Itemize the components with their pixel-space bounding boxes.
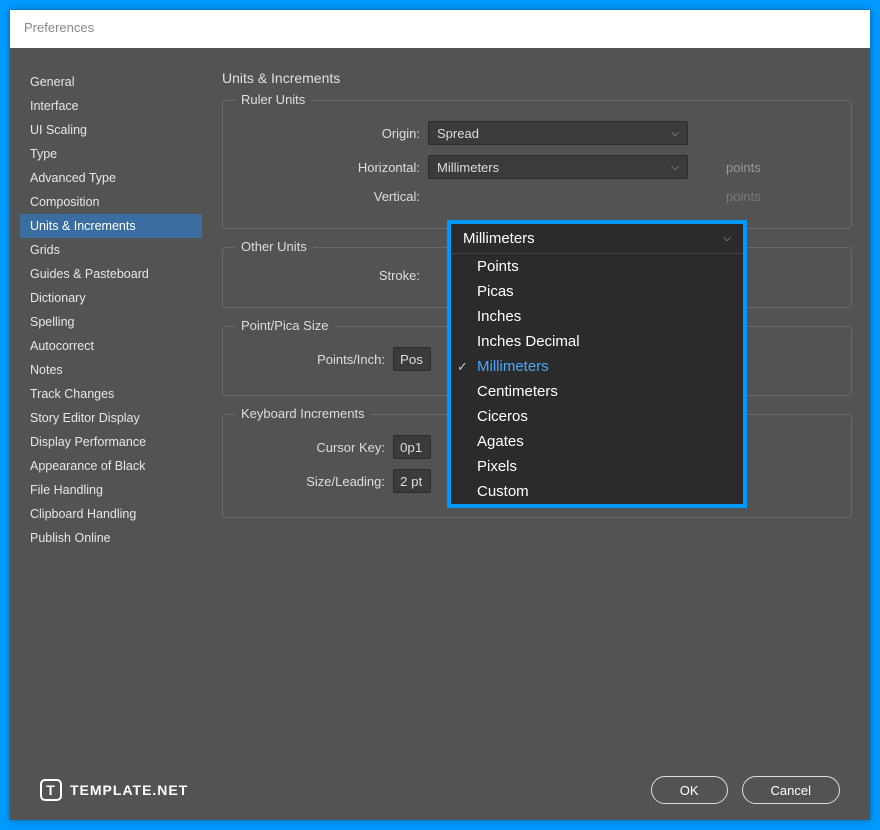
ok-button[interactable]: OK bbox=[651, 776, 728, 804]
sidebar-item-display-performance[interactable]: Display Performance bbox=[20, 430, 202, 454]
sidebar-item-interface[interactable]: Interface bbox=[20, 94, 202, 118]
dropdown-option-millimeters[interactable]: ✓Millimeters bbox=[451, 354, 743, 379]
preferences-dialog: Preferences GeneralInterfaceUI ScalingTy… bbox=[10, 10, 870, 820]
logo-badge-icon: T bbox=[40, 779, 62, 801]
sidebar-item-type[interactable]: Type bbox=[20, 142, 202, 166]
sidebar-item-file-handling[interactable]: File Handling bbox=[20, 478, 202, 502]
sidebar-item-advanced-type[interactable]: Advanced Type bbox=[20, 166, 202, 190]
sidebar-item-grids[interactable]: Grids bbox=[20, 238, 202, 262]
chevron-down-icon: ⌵ bbox=[671, 162, 679, 173]
cursor-key-label: Cursor Key: bbox=[235, 440, 385, 455]
dropdown-option-agates[interactable]: Agates bbox=[451, 429, 743, 454]
sidebar-item-appearance-of-black[interactable]: Appearance of Black bbox=[20, 454, 202, 478]
group-legend: Ruler Units bbox=[235, 92, 311, 107]
size-leading-label: Size/Leading: bbox=[235, 474, 385, 489]
dropdown-header-label: Millimeters bbox=[463, 230, 535, 247]
sidebar-item-spelling[interactable]: Spelling bbox=[20, 310, 202, 334]
group-legend: Other Units bbox=[235, 239, 313, 254]
stroke-label: Stroke: bbox=[235, 268, 420, 283]
cursor-key-field[interactable] bbox=[393, 435, 431, 459]
group-legend: Point/Pica Size bbox=[235, 318, 334, 333]
dropdown-option-ciceros[interactable]: Ciceros bbox=[451, 404, 743, 429]
dropdown-option-custom[interactable]: Custom bbox=[451, 479, 743, 504]
sidebar-item-story-editor-display[interactable]: Story Editor Display bbox=[20, 406, 202, 430]
sidebar-item-composition[interactable]: Composition bbox=[20, 190, 202, 214]
dropdown-option-inches-decimal[interactable]: Inches Decimal bbox=[451, 329, 743, 354]
check-icon: ✓ bbox=[457, 359, 468, 375]
sidebar-item-notes[interactable]: Notes bbox=[20, 358, 202, 382]
group-legend: Keyboard Increments bbox=[235, 406, 371, 421]
dropdown-option-inches[interactable]: Inches bbox=[451, 304, 743, 329]
brand-text: TEMPLATE.NET bbox=[70, 782, 188, 798]
dialog-footer: T TEMPLATE.NET OK Cancel bbox=[10, 760, 870, 820]
dialog-title: Preferences bbox=[10, 10, 870, 48]
sidebar: GeneralInterfaceUI ScalingTypeAdvanced T… bbox=[20, 70, 202, 760]
origin-select[interactable]: Spread ⌵ bbox=[428, 121, 688, 145]
sidebar-item-dictionary[interactable]: Dictionary bbox=[20, 286, 202, 310]
dropdown-header[interactable]: Millimeters ⌵ bbox=[451, 224, 743, 254]
dropdown-option-picas[interactable]: Picas bbox=[451, 279, 743, 304]
page-title: Units & Increments bbox=[222, 70, 852, 86]
chevron-down-icon: ⌵ bbox=[671, 128, 679, 139]
sidebar-item-ui-scaling[interactable]: UI Scaling bbox=[20, 118, 202, 142]
sidebar-item-track-changes[interactable]: Track Changes bbox=[20, 382, 202, 406]
vertical-suffix: points bbox=[726, 189, 761, 204]
chevron-down-icon: ⌵ bbox=[723, 233, 731, 244]
cancel-button[interactable]: Cancel bbox=[742, 776, 840, 804]
horizontal-label: Horizontal: bbox=[235, 160, 420, 175]
brand-logo: T TEMPLATE.NET bbox=[40, 779, 188, 801]
vertical-label: Vertical: bbox=[235, 189, 420, 204]
sidebar-item-general[interactable]: General bbox=[20, 70, 202, 94]
dropdown-option-pixels[interactable]: Pixels bbox=[451, 454, 743, 479]
origin-label: Origin: bbox=[235, 126, 420, 141]
vertical-units-dropdown: Millimeters ⌵ PointsPicasInchesInches De… bbox=[447, 220, 747, 508]
dialog-content: GeneralInterfaceUI ScalingTypeAdvanced T… bbox=[10, 48, 870, 760]
sidebar-item-publish-online[interactable]: Publish Online bbox=[20, 526, 202, 550]
sidebar-item-clipboard-handling[interactable]: Clipboard Handling bbox=[20, 502, 202, 526]
ruler-units-group: Ruler Units Origin: Spread ⌵ Horizontal:… bbox=[222, 100, 852, 229]
horizontal-suffix: points bbox=[726, 160, 761, 175]
points-inch-field[interactable] bbox=[393, 347, 431, 371]
horizontal-value: Millimeters bbox=[437, 160, 499, 175]
size-leading-field[interactable] bbox=[393, 469, 431, 493]
dropdown-option-points[interactable]: Points bbox=[451, 254, 743, 279]
sidebar-item-guides-pasteboard[interactable]: Guides & Pasteboard bbox=[20, 262, 202, 286]
origin-value: Spread bbox=[437, 126, 479, 141]
sidebar-item-units-increments[interactable]: Units & Increments bbox=[20, 214, 202, 238]
points-inch-label: Points/Inch: bbox=[235, 352, 385, 367]
horizontal-select[interactable]: Millimeters ⌵ bbox=[428, 155, 688, 179]
sidebar-item-autocorrect[interactable]: Autocorrect bbox=[20, 334, 202, 358]
dropdown-option-centimeters[interactable]: Centimeters bbox=[451, 379, 743, 404]
